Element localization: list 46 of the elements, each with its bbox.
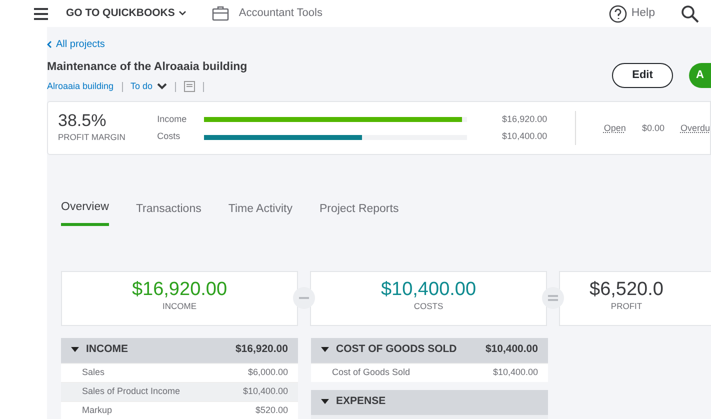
chevron-down-icon (156, 83, 167, 90)
tab[interactable]: Time Activity (228, 199, 292, 226)
back-link[interactable]: All projects (47, 37, 105, 52)
collapse-icon[interactable] (321, 346, 329, 354)
group-header[interactable]: EXPENSE (311, 390, 548, 414)
account-row[interactable]: Sales $6,000.00 (61, 362, 298, 382)
add-button[interactable]: A (689, 63, 711, 88)
project-title: Maintenance of the Alroaaia building (47, 60, 248, 74)
account-row[interactable]: Sales of Product Income $10,400.00 (61, 382, 298, 400)
tab[interactable]: Project Reports (319, 199, 399, 226)
accountant-tools-link[interactable]: Accountant Tools (238, 5, 322, 22)
account-row[interactable]: Markup $520.00 (61, 400, 298, 419)
help-icon[interactable] (609, 4, 628, 22)
collapse-icon[interactable] (71, 346, 79, 354)
invoice-amount: $0.00 (642, 122, 664, 134)
search-icon[interactable] (681, 4, 699, 22)
profit-margin-label: PROFIT MARGIN (58, 131, 126, 144)
invoice-status-link[interactable]: Overdu (680, 122, 710, 135)
notes-icon[interactable] (184, 81, 195, 92)
bar-amount: $10,400.00 (501, 130, 548, 144)
bar-label: Costs (157, 130, 182, 144)
collapse-icon[interactable] (321, 398, 329, 406)
tab[interactable]: Transactions (136, 199, 202, 226)
bar-label: Income (157, 112, 188, 126)
account-row[interactable]: Cost of Goods Sold $10,400.00 (311, 362, 548, 382)
edit-button[interactable]: Edit (612, 63, 673, 88)
help-label[interactable]: Help (631, 4, 655, 22)
customer-link[interactable]: Alroaaia building (47, 80, 114, 94)
status-dropdown[interactable]: To do (130, 80, 167, 94)
total-label: COSTS (412, 300, 444, 314)
invoice-status-link[interactable]: Open (604, 122, 626, 135)
group-header[interactable]: COST OF GOODS SOLD $10,400.00 (311, 338, 548, 362)
profit-margin-value: 38.5% (58, 112, 108, 130)
tab[interactable]: Overview (61, 199, 109, 226)
bar-amount: $16,920.00 (501, 112, 548, 126)
caret-icon (178, 11, 186, 16)
briefcase-icon (212, 6, 229, 21)
total-label: INCOME (162, 300, 198, 314)
total-label: PROFIT (610, 300, 644, 314)
menu-icon[interactable] (34, 8, 48, 20)
group-header[interactable]: INCOME $16,920.00 (61, 338, 298, 362)
total-amount: $10,400.00 (380, 280, 478, 300)
chevron-left-icon (47, 41, 52, 48)
total-amount: $16,920.00 (130, 280, 228, 300)
total-amount: $6,520.0 (588, 280, 664, 300)
go-to-quickbooks-menu[interactable]: GO TO QUICKBOOKS (66, 6, 186, 22)
